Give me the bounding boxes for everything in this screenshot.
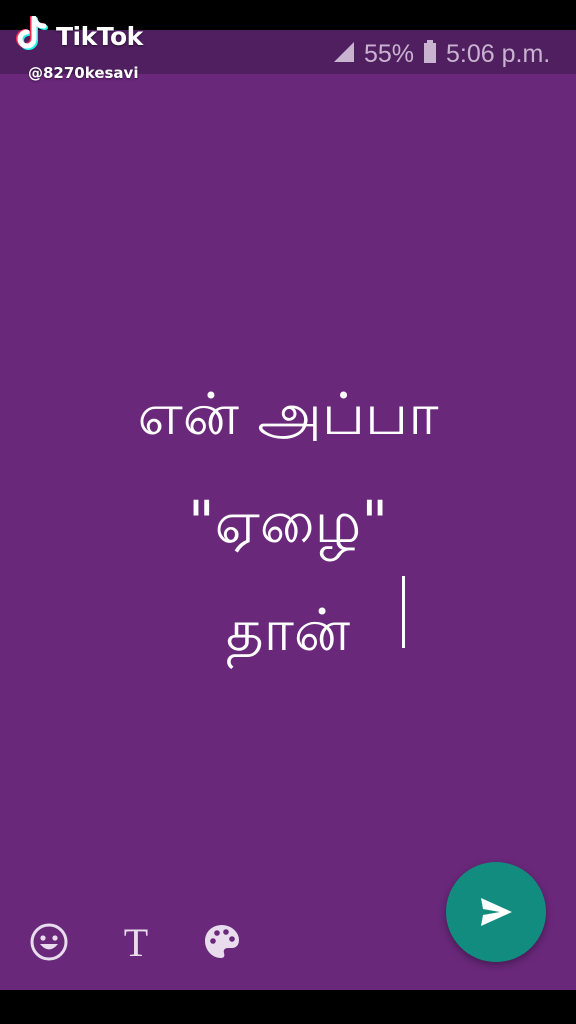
battery-icon [424, 40, 436, 63]
signal-icon [334, 42, 354, 62]
text-cursor [402, 576, 405, 648]
emoji-button[interactable] [27, 920, 71, 964]
status-text[interactable]: என் அப்பா "ஏழை" தான் [40, 360, 536, 684]
color-button[interactable] [200, 920, 244, 964]
bottom-letterbox [0, 990, 576, 1024]
send-button[interactable] [446, 862, 546, 962]
status-text-line: தான் [225, 596, 351, 664]
status-clock: 5:06 p.m. [446, 40, 551, 68]
status-text-line: "ஏழை" [187, 488, 389, 556]
tiktok-note-icon [16, 16, 48, 50]
status-text-line: என் அப்பா [137, 380, 439, 448]
send-icon [481, 898, 512, 926]
emoji-icon [30, 923, 68, 961]
tiktok-brand: TikTok [56, 22, 143, 51]
battery-percent: 55% [364, 40, 415, 68]
palette-icon [205, 925, 239, 958]
tiktok-handle: @8270kesavi [28, 64, 139, 82]
font-button[interactable]: T [114, 920, 158, 965]
